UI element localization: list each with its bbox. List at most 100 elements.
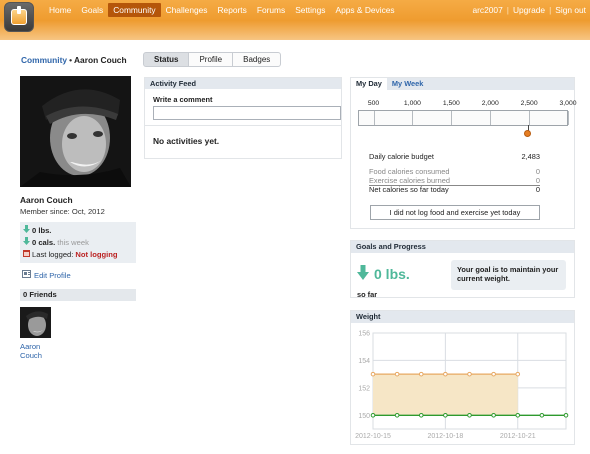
profile-name: Aaron Couch: [20, 195, 73, 205]
calorie-scale-bar: [358, 110, 569, 126]
goal-weight-point: [467, 371, 472, 377]
scale-tick: [451, 111, 453, 125]
nav-reports[interactable]: Reports: [213, 3, 252, 17]
goal-so-far: so far: [357, 290, 378, 299]
logo-clip: [17, 6, 21, 14]
scale-tick: [412, 111, 414, 125]
daily-budget-label: Daily calorie budget: [369, 152, 434, 161]
y-tick-label: 150: [358, 413, 370, 420]
goal-weight-point: [418, 371, 424, 377]
food-consumed-value: 0: [535, 167, 540, 176]
calorie-scale-labels: 500 1,000 1,500 2,000 2,500 3,000: [357, 100, 577, 110]
exercise-burned-label: Exercise calories burned: [369, 176, 450, 185]
y-tick-label: 152: [358, 385, 370, 392]
actual-weight-point: [394, 412, 400, 418]
weight-panel: Weight 150 152 154 156 2012-10-15 2012-10-18 2…: [350, 310, 575, 445]
scale-label: 1,000: [403, 100, 421, 107]
did-not-log-button[interactable]: I did not log food and exercise yet toda…: [370, 205, 540, 220]
scale-tick: [568, 111, 569, 125]
activity-feed-title: Activity Feed: [145, 78, 341, 89]
nav-challenges[interactable]: Challenges: [161, 3, 213, 17]
breadcrumb-current: Aaron Couch: [74, 55, 127, 65]
friend-photo-icon: [20, 307, 51, 338]
feed-divider: [145, 125, 341, 126]
nav-separator: |: [506, 5, 509, 15]
net-calories-row: Net calories so far today 0: [369, 185, 540, 194]
member-since: Member since: Oct, 2012: [20, 207, 105, 216]
nav-separator: |: [549, 5, 552, 15]
edit-profile-icon: [22, 270, 31, 280]
arrow-down-icon: [357, 265, 369, 283]
profile-stats: 0 lbs. 0 cals. this week Last logged: No…: [20, 222, 136, 263]
edit-profile-link[interactable]: Edit Profile: [22, 270, 71, 280]
no-activities-message: No activities yet.: [153, 136, 220, 146]
username-link[interactable]: arc2007: [472, 5, 502, 15]
scale-label: 3,000: [559, 100, 577, 107]
tab-badges[interactable]: Badges: [232, 52, 282, 67]
upgrade-link[interactable]: Upgrade: [513, 5, 545, 15]
nav-community[interactable]: Community: [108, 3, 161, 17]
breadcrumb: Community • Aaron Couch: [21, 55, 127, 65]
actual-weight-point: [370, 412, 376, 418]
breadcrumb-community-link[interactable]: Community: [21, 55, 67, 65]
x-tick-label: 2012-10-15: [355, 433, 391, 440]
calorie-panel: My Day My Week 500 1,000 1,500 2,000 2,5…: [350, 77, 577, 229]
nav-home[interactable]: Home: [44, 3, 76, 17]
nav-settings[interactable]: Settings: [290, 3, 330, 17]
tab-my-week[interactable]: My Week: [387, 78, 429, 90]
avatar-photo-icon: [20, 76, 131, 187]
nav-forums[interactable]: Forums: [252, 3, 290, 17]
goal-message: Your goal is to maintain your current we…: [451, 260, 566, 290]
comment-input[interactable]: [153, 106, 341, 120]
goal-weight-point: [491, 371, 496, 377]
goal-weight-value: 0 lbs.: [374, 266, 410, 282]
actual-weight-point: [539, 412, 545, 418]
breadcrumb-separator-icon: •: [69, 55, 72, 65]
y-tick-label: 156: [358, 331, 370, 338]
write-comment-label: Write a comment: [153, 95, 213, 104]
weight-chart: 150 152 154 156 2012-10-15 2012-10-18 2012-10-…: [355, 331, 569, 440]
calories-stat: 0 cals. this week: [23, 237, 133, 249]
top-bar-shade: [0, 20, 590, 40]
goals-panel: Goals and Progress 0 lbs. so far Your go…: [350, 240, 575, 299]
nav-goals[interactable]: Goals: [76, 3, 108, 17]
scale-tick: [490, 111, 492, 125]
tab-status[interactable]: Status: [143, 52, 190, 67]
tab-my-day[interactable]: My Day: [351, 78, 387, 90]
daily-budget-value: 2,483: [521, 152, 541, 161]
arrow-down-icon: [23, 225, 30, 237]
net-calories-label: Net calories so far today: [369, 185, 449, 194]
last-logged-value: Not logging: [75, 250, 118, 259]
exercise-burned-value: 0: [535, 176, 540, 185]
calorie-budget-marker-dot: [523, 130, 531, 137]
friend-name-link[interactable]: Aaron Couch: [20, 342, 60, 360]
user-nav: arc2007 | Upgrade | Sign out: [472, 5, 586, 15]
profile-avatar: [20, 76, 131, 187]
actual-weight-point: [418, 412, 424, 418]
goals-title: Goals and Progress: [351, 241, 574, 253]
calorie-tabs: My Day My Week: [351, 78, 574, 90]
weight-chart-title: Weight: [351, 311, 574, 323]
daily-budget-row: Daily calorie budget 2,483: [369, 152, 540, 161]
sign-out-link[interactable]: Sign out: [555, 5, 586, 15]
goal-weight-point: [394, 371, 400, 377]
scale-label: 500: [367, 100, 380, 107]
app-logo[interactable]: [4, 2, 34, 32]
x-tick-label: 2012-10-18: [427, 433, 463, 440]
goal-range-fill: [373, 374, 518, 416]
actual-weight-point: [467, 412, 472, 418]
net-calories-value: 0: [535, 185, 540, 194]
actual-weight-point: [491, 412, 496, 418]
tab-profile[interactable]: Profile: [188, 52, 234, 67]
arrow-down-icon: [23, 237, 30, 249]
friend-avatar[interactable]: [20, 307, 51, 338]
weight-change-value: 0 lbs.: [32, 226, 52, 235]
friends-header: 0 Friends: [20, 289, 136, 301]
nav-apps-devices[interactable]: Apps & Devices: [330, 3, 399, 17]
actual-weight-point: [443, 412, 448, 418]
food-consumed-label: Food calories consumed: [369, 167, 450, 176]
edit-profile-label: Edit Profile: [34, 270, 71, 280]
weight-change-stat: 0 lbs.: [23, 225, 133, 237]
calories-value: 0 cals.: [32, 238, 56, 247]
goal-weight-change: 0 lbs.: [357, 265, 410, 283]
